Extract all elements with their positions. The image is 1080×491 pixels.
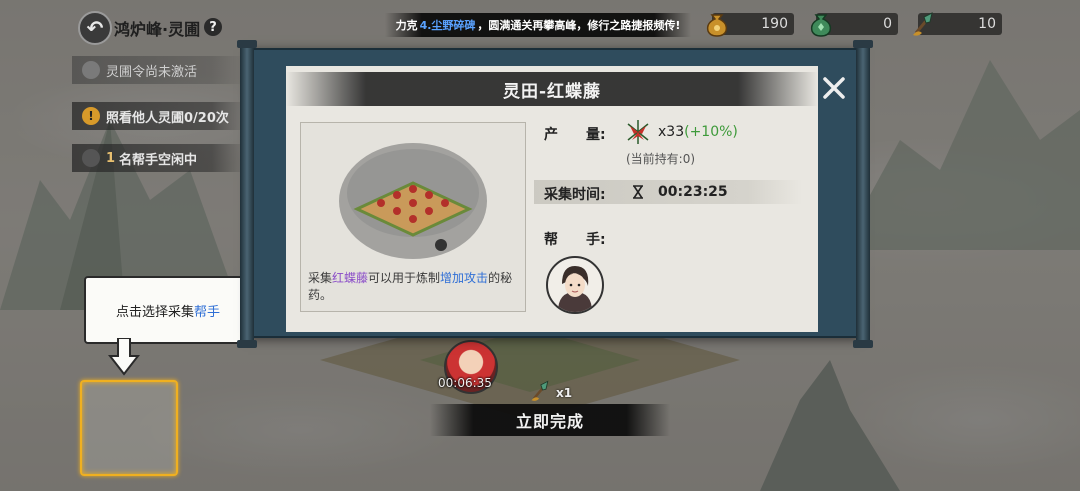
time-label: 采集时间:: [544, 187, 606, 203]
scroll-knob: [237, 340, 257, 348]
resource-gem-value: 0: [883, 16, 892, 32]
desc-effect: 增加攻击: [440, 271, 489, 285]
desc-part: 采集: [308, 271, 333, 285]
resource-gem[interactable]: 0: [810, 13, 898, 37]
output-bonus: (+10%): [684, 124, 738, 140]
red-butterfly-vine-field-image: [339, 143, 487, 259]
finish-now-button[interactable]: 立即完成: [430, 404, 670, 436]
help-icon[interactable]: ?: [204, 18, 222, 36]
tutorial-text: 点击选择采集: [115, 304, 194, 320]
desc-item-name: 红蝶藤: [332, 271, 369, 285]
location-title: 鸿炉峰·灵圃: [114, 20, 201, 39]
holding-count: (当前持有:0): [626, 152, 696, 166]
red-butterfly-vine-icon: [627, 120, 649, 144]
helper-slot-highlight[interactable]: [80, 380, 178, 476]
view-others-row[interactable]: ! 照看他人灵圃0/20次: [72, 102, 247, 130]
close-icon: [823, 77, 845, 99]
ticker-highlight: 4.尘野碎碑: [419, 19, 476, 32]
token-icon: [82, 61, 100, 79]
active-timer: 00:06:35: [438, 376, 492, 390]
desc-part: 可以用于炼制: [368, 271, 441, 285]
shovel-small-icon: [531, 380, 549, 401]
helper-portrait-image: [558, 266, 592, 312]
green-gem-bag-icon: [810, 14, 832, 37]
output-label: 产 量:: [544, 127, 606, 143]
back-arrow-icon: ↶: [86, 16, 104, 40]
tutorial-highlight: 帮手: [194, 304, 221, 320]
resource-shovel-value: 10: [978, 16, 996, 32]
hourglass-icon: [633, 185, 643, 199]
idle-helpers-row[interactable]: 1 名帮手空闲中: [72, 144, 247, 172]
scroll-rod-left: [240, 43, 254, 343]
idle-helpers-text: 名帮手空闲中: [119, 152, 198, 168]
helper-head-icon: [82, 149, 100, 167]
ticker-suffix: ，圆满通关再攀高峰，修行之路捷报频传!: [477, 19, 681, 32]
shovel-quantity: x1: [556, 386, 573, 400]
helper-label: 帮 手:: [544, 232, 606, 248]
output-value: x33(+10%): [658, 124, 738, 140]
idle-helpers-count: 1: [106, 150, 116, 166]
scroll-knob: [853, 340, 873, 348]
tutorial-pointer-arrow: [108, 338, 140, 376]
close-button[interactable]: [818, 72, 850, 104]
scroll-rod-right: [856, 43, 870, 343]
gold-sack-icon: [706, 14, 728, 37]
token-status-row[interactable]: 灵圃令尚未激活: [72, 56, 247, 84]
helper-avatar-button[interactable]: [546, 256, 604, 314]
scroll-knob: [853, 40, 873, 48]
back-button[interactable]: ↶: [78, 11, 112, 45]
ticker-prefix: 力克: [395, 19, 418, 32]
tutorial-bubble: 点击选择采集 帮手: [84, 276, 252, 344]
resource-shovel[interactable]: 10: [913, 12, 1002, 36]
shovel-icon: [913, 12, 933, 36]
modal-title: 灵田-红蝶藤: [286, 72, 818, 106]
view-others-text: 照看他人灵圃0/20次: [106, 110, 229, 126]
field-description: 采集红蝶藤可以用于炼制增加攻击的秘药。: [308, 270, 522, 304]
alert-icon: !: [82, 107, 100, 125]
resource-gold[interactable]: 190: [706, 13, 794, 37]
resource-gold-value: 190: [761, 16, 788, 32]
time-value: 00:23:25: [658, 184, 728, 200]
announcement-ticker: 力克 4.尘野碎碑 ，圆满通关再攀高峰，修行之路捷报频传!: [385, 13, 691, 37]
token-status-text: 灵圃令尚未激活: [106, 64, 198, 80]
scroll-knob: [237, 40, 257, 48]
output-amount: x33: [658, 124, 685, 140]
